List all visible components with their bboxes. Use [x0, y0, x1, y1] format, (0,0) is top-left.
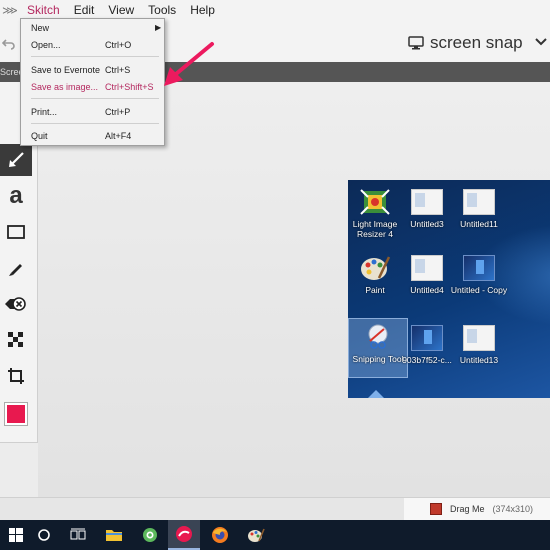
menu-view[interactable]: View — [101, 0, 141, 20]
pen-tool[interactable] — [0, 252, 32, 284]
desktop-icon-label: Light Image Resizer 4 — [352, 219, 398, 239]
menu-item-shortcut: Ctrl+O — [105, 40, 132, 50]
color-swatch — [4, 402, 28, 426]
desktop-icon-label: Snipping Tool — [352, 354, 404, 364]
monitor-icon — [408, 36, 424, 50]
image-file-icon — [411, 325, 443, 351]
undo-icon[interactable] — [2, 36, 16, 50]
captured-taskbar-edge — [368, 390, 384, 398]
chevron-down-icon[interactable] — [535, 37, 547, 47]
desktop-icon-light-image-resizer: Light Image Resizer 4 — [348, 184, 404, 239]
image-file-icon — [463, 325, 495, 351]
menu-item-print[interactable]: Print... Ctrl+P — [31, 107, 161, 117]
text-tool-glyph: a — [9, 182, 23, 209]
skitch-file-menu: New ▶ Open... Ctrl+O Save to Evernote Ct… — [20, 18, 165, 146]
desktop-icon-label: Untitled13 — [459, 355, 499, 365]
desktop-icon-label: Untitled3 — [410, 219, 444, 229]
menu-item-save-as-image[interactable]: Save as image... Ctrl+Shift+S — [31, 82, 161, 92]
desktop-icon-untitled13: Untitled13 — [450, 320, 508, 365]
desktop-icon-label: Untitled - Copy — [450, 285, 508, 295]
desktop-icon-untitled-copy: Untitled - Copy — [450, 250, 508, 295]
menu-item-shortcut: Ctrl+Shift+S — [105, 82, 154, 92]
skitch-icon[interactable] — [168, 520, 200, 550]
menu-edit[interactable]: Edit — [67, 0, 102, 20]
eraser-icon — [5, 297, 26, 311]
drag-me-handle[interactable]: Drag Me (374x310) — [404, 498, 550, 520]
image-icon — [430, 503, 442, 515]
firefox-icon[interactable] — [204, 520, 236, 550]
desktop-icon-903b7f52: 903b7f52-c... — [398, 320, 456, 365]
menu-item-quit[interactable]: Quit Alt+F4 — [31, 131, 161, 141]
screen-snap-label: screen snap — [430, 33, 523, 52]
menu-item-new[interactable]: New — [31, 23, 161, 33]
snipping-tool-icon — [368, 324, 388, 349]
desktop-icon-untitled3: Untitled3 — [398, 184, 456, 229]
drag-me-label: Drag Me — [450, 504, 485, 514]
desktop-icon-label: Untitled11 — [460, 219, 498, 229]
menu-item-label: Print... — [31, 107, 58, 117]
menu-item-label: New — [31, 23, 50, 33]
status-bar: Drag Me (374x310) — [0, 497, 550, 520]
captured-screenshot[interactable]: Light Image Resizer 4 Untitled3 Untitled… — [348, 180, 550, 398]
image-dimensions: (374x310) — [492, 504, 534, 514]
text-tool[interactable]: a — [0, 180, 32, 212]
menu-help[interactable]: Help — [183, 0, 222, 20]
menu-item-save-to-evernote[interactable]: Save to Evernote Ctrl+S — [31, 65, 161, 75]
pixelate-tool[interactable] — [0, 324, 32, 356]
arrow-tool[interactable] — [0, 144, 32, 176]
desktop-icon-untitled4: Untitled4 — [398, 250, 456, 295]
crop-icon — [8, 368, 24, 384]
image-file-icon — [411, 255, 443, 281]
paint-icon[interactable] — [240, 520, 272, 550]
menu-item-label: Save to Evernote — [31, 65, 101, 75]
menu-separator — [31, 123, 159, 124]
shape-tool[interactable] — [0, 216, 32, 248]
cortana-icon[interactable] — [28, 520, 60, 550]
desktop-icon-untitled11: Untitled11 — [450, 184, 508, 229]
desktop-icon-paint: Paint — [348, 250, 404, 295]
desktop-icon-label: Paint — [365, 285, 385, 295]
menu-separator — [31, 56, 159, 57]
greenshot-icon[interactable] — [134, 520, 166, 550]
menu-grip-icon[interactable]: ⋙ — [0, 4, 20, 17]
task-view-icon[interactable] — [62, 520, 94, 550]
pixelate-icon — [8, 332, 23, 347]
menu-item-label: Quit — [31, 131, 48, 141]
rectangle-icon — [7, 225, 25, 239]
image-resizer-icon — [360, 189, 390, 215]
color-picker[interactable] — [0, 398, 32, 430]
windows-taskbar — [0, 520, 550, 550]
screen-snap-button[interactable]: screen snap — [408, 33, 523, 53]
image-file-icon — [463, 189, 495, 215]
marker-icon — [9, 264, 22, 276]
image-file-icon — [463, 255, 495, 281]
file-explorer-icon[interactable] — [98, 520, 130, 550]
menu-separator — [31, 98, 159, 99]
menu-skitch[interactable]: Skitch — [20, 0, 67, 20]
menu-item-open[interactable]: Open... Ctrl+O — [31, 40, 161, 50]
menu-item-shortcut: Ctrl+P — [105, 107, 131, 117]
menu-item-shortcut: Alt+F4 — [105, 131, 132, 141]
eraser-tool[interactable] — [0, 288, 32, 320]
desktop-icon-label: Untitled4 — [410, 285, 444, 295]
menu-tools[interactable]: Tools — [141, 0, 183, 20]
menu-item-label: Open... — [31, 40, 61, 50]
menu-bar: ⋙ Skitch Edit View Tools Help — [0, 0, 550, 20]
paint-palette-icon — [361, 256, 391, 280]
submenu-arrow-icon: ▶ — [155, 23, 162, 32]
arrow-icon — [9, 152, 24, 167]
menu-item-label: Save as image... — [31, 82, 99, 92]
menu-item-shortcut: Ctrl+S — [105, 65, 131, 75]
crop-tool[interactable] — [0, 360, 32, 392]
image-file-icon — [411, 189, 443, 215]
desktop-icon-label: 903b7f52-c... — [402, 355, 452, 365]
